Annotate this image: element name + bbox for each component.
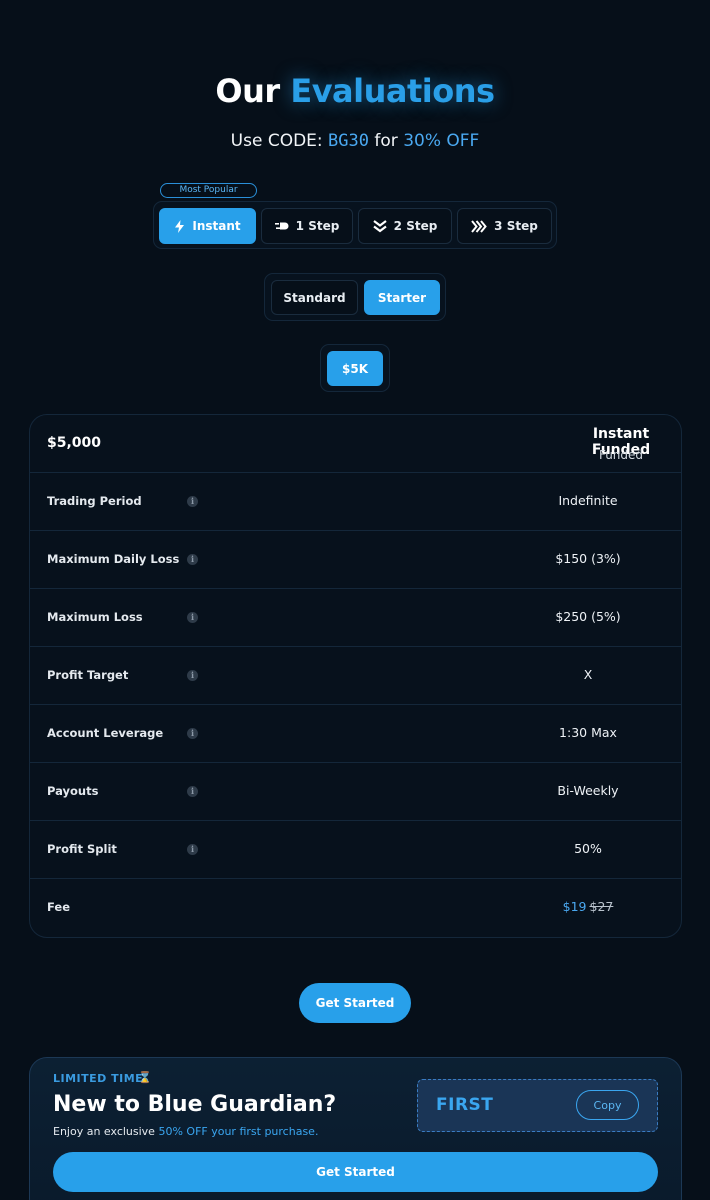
info-icon[interactable]: i — [187, 786, 198, 797]
info-icon[interactable]: i — [187, 612, 198, 623]
promo-code: BG30 — [328, 131, 369, 151]
variant-standard[interactable]: Standard — [271, 280, 358, 315]
promo-code-line: Use CODE: BG30 for 30% OFF — [0, 131, 710, 151]
tab-label: 1 Step — [295, 219, 340, 233]
dash-arrow-icon — [274, 221, 289, 231]
fee-value: $19 $27 — [499, 899, 677, 914]
row-label: Maximum Daily Loss — [47, 552, 180, 566]
promo-discount: 30% OFF — [403, 131, 480, 151]
row-value: Indefinite — [558, 493, 618, 508]
evaluations-page: Our Evaluations Use CODE: BG30 for 30% O… — [0, 0, 710, 1200]
promo-description: Enjoy an exclusive 50% OFF your first pu… — [53, 1125, 318, 1138]
table-row: Payouts i Bi-Weekly — [30, 763, 681, 821]
row-label: Profit Target — [47, 668, 129, 682]
tab-instant[interactable]: Instant — [159, 208, 256, 244]
triple-chevron-right-icon — [471, 219, 487, 233]
fee-old-price: $27 — [589, 899, 614, 914]
info-icon[interactable]: i — [187, 844, 198, 855]
info-icon[interactable]: i — [187, 670, 198, 681]
table-row-fee: Fee $19 $27 — [30, 879, 681, 937]
row-value: $250 (5%) — [555, 609, 621, 624]
copy-code-button[interactable]: Copy — [576, 1090, 639, 1120]
title-accent: Evaluations — [290, 72, 495, 110]
row-label: Profit Split — [47, 842, 117, 856]
account-variant-toggle: Standard Starter — [264, 273, 446, 321]
row-value: X — [583, 667, 593, 682]
row-label: Maximum Loss — [47, 610, 143, 624]
discount-code: FIRST — [436, 1095, 494, 1115]
promo-headline: New to Blue Guardian? — [53, 1092, 337, 1117]
table-row: Account Leverage i 1:30 Max — [30, 705, 681, 763]
row-label: Payouts — [47, 784, 99, 798]
title-prefix: Our — [215, 72, 280, 110]
plan-subtitle: Funded — [598, 448, 644, 462]
most-popular-badge: Most Popular — [160, 183, 257, 198]
fee-label: Fee — [47, 900, 70, 914]
variant-starter[interactable]: Starter — [364, 280, 440, 315]
info-icon[interactable]: i — [187, 496, 198, 507]
table-row: Maximum Loss i $250 (5%) — [30, 589, 681, 647]
fee-price: $19 — [562, 899, 587, 914]
row-value: 50% — [574, 841, 602, 856]
page-title: Our Evaluations — [0, 72, 710, 110]
hourglass-icon: ⌛ — [138, 1071, 152, 1084]
tab-label: Instant — [192, 219, 241, 233]
promo-get-started-button[interactable]: Get Started — [53, 1152, 658, 1192]
info-icon[interactable]: i — [187, 728, 198, 739]
tab-1-step[interactable]: 1 Step — [261, 208, 353, 244]
tab-label: 3 Step — [494, 219, 538, 233]
promo-desc-highlight: 50% OFF your first purchase. — [158, 1125, 319, 1138]
table-row: Trading Period i Indefinite — [30, 473, 681, 531]
promo-desc-prefix: Enjoy an exclusive — [53, 1125, 155, 1138]
limited-time-label: LIMITED TIME — [53, 1072, 144, 1085]
row-value: $150 (3%) — [555, 551, 621, 566]
lightning-icon — [174, 219, 185, 233]
account-amount: $5,000 — [47, 435, 102, 451]
table-row: Profit Target i X — [30, 647, 681, 705]
size-5k-button[interactable]: $5K — [327, 351, 383, 386]
info-icon[interactable]: i — [187, 554, 198, 565]
table-row: Maximum Daily Loss i $150 (3%) — [30, 531, 681, 589]
discount-code-box: FIRST Copy — [417, 1079, 658, 1132]
row-label: Trading Period — [47, 494, 142, 508]
promo-prefix: Use CODE: — [230, 131, 323, 151]
evaluation-details-table: $5,000 Instant Funded Funded Trading Per… — [29, 414, 682, 938]
promo-for: for — [374, 131, 398, 151]
tab-2-step[interactable]: 2 Step — [358, 208, 452, 244]
get-started-button[interactable]: Get Started — [299, 983, 411, 1023]
row-value: 1:30 Max — [559, 725, 617, 740]
tab-3-step[interactable]: 3 Step — [457, 208, 552, 244]
account-size-selector: $5K — [320, 344, 390, 392]
evaluation-type-tabs: Instant 1 Step 2 Step 3 Step — [153, 201, 557, 249]
row-label: Account Leverage — [47, 726, 164, 740]
double-chevron-down-icon — [373, 219, 387, 233]
table-row: Profit Split i 50% — [30, 821, 681, 879]
new-customer-promo-card: LIMITED TIME ⌛ New to Blue Guardian? Enj… — [29, 1057, 682, 1200]
table-header: $5,000 Instant Funded Funded — [30, 415, 681, 473]
row-value: Bi-Weekly — [557, 783, 619, 798]
tab-label: 2 Step — [393, 219, 438, 233]
